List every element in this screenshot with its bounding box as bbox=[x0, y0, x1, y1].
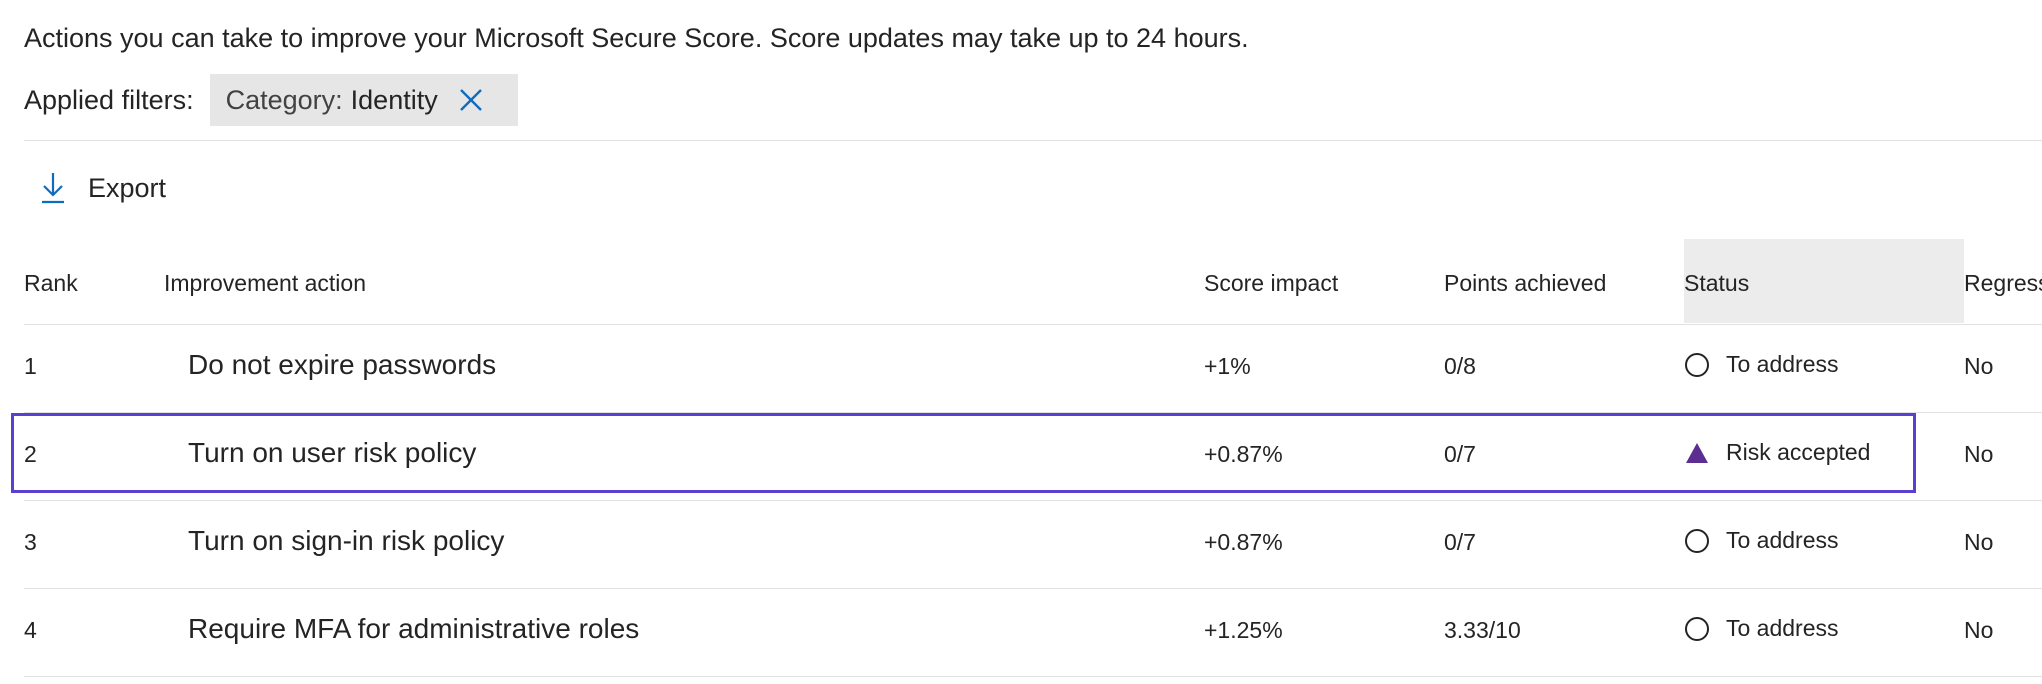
column-header-rank[interactable]: Rank bbox=[24, 270, 78, 297]
regressed-cell: No bbox=[1964, 353, 1994, 379]
points-achieved-cell: 0/8 bbox=[1444, 353, 1476, 379]
column-header-regressed[interactable]: Regress bbox=[1964, 270, 2042, 297]
applied-filters-bar: Applied filters: Category: Identity bbox=[24, 74, 518, 126]
status-label: To address bbox=[1726, 615, 1839, 641]
applied-filters-label: Applied filters: bbox=[24, 84, 194, 115]
circle-icon bbox=[1684, 616, 1710, 642]
improvement-action-link[interactable]: Require MFA for administrative roles bbox=[188, 613, 639, 645]
circle-icon bbox=[1684, 352, 1710, 378]
score-impact-cell: +0.87% bbox=[1204, 529, 1283, 555]
row-divider bbox=[24, 500, 2042, 501]
regressed-cell: No bbox=[1964, 441, 1994, 467]
column-header-score-impact[interactable]: Score impact bbox=[1204, 270, 1338, 297]
points-achieved-cell: 3.33/10 bbox=[1444, 617, 1521, 643]
column-header-status[interactable]: Status bbox=[1684, 270, 1749, 297]
header-divider bbox=[24, 324, 2042, 325]
status-cell: To address bbox=[1684, 615, 1839, 642]
row-divider bbox=[24, 676, 2042, 677]
regressed-cell: No bbox=[1964, 617, 1994, 643]
intro-text: Actions you can take to improve your Mic… bbox=[24, 23, 1249, 53]
status-cell: To address bbox=[1684, 351, 1839, 378]
column-header-improvement-action[interactable]: Improvement action bbox=[164, 270, 366, 297]
score-impact-cell: +1.25% bbox=[1204, 617, 1283, 643]
export-button[interactable]: Export bbox=[40, 168, 166, 208]
points-achieved-cell: 0/7 bbox=[1444, 529, 1476, 555]
rank-cell: 4 bbox=[24, 617, 37, 643]
improvement-action-link[interactable]: Turn on sign-in risk policy bbox=[188, 525, 504, 557]
row-divider bbox=[24, 588, 2042, 589]
close-icon[interactable] bbox=[458, 87, 484, 113]
filters-divider bbox=[24, 140, 2042, 141]
status-label: To address bbox=[1726, 527, 1839, 553]
filter-chip-key: Category: bbox=[225, 84, 343, 115]
rank-cell: 1 bbox=[24, 353, 37, 379]
circle-icon bbox=[1684, 528, 1710, 554]
secure-score-actions-page: Actions you can take to improve your Mic… bbox=[0, 0, 2042, 684]
filter-chip-category[interactable]: Category: Identity bbox=[209, 74, 518, 126]
status-label: To address bbox=[1726, 351, 1839, 377]
export-label: Export bbox=[88, 172, 167, 203]
regressed-cell: No bbox=[1964, 529, 1994, 555]
row-highlight-outline bbox=[11, 413, 1916, 493]
download-icon bbox=[40, 171, 66, 205]
rank-cell: 3 bbox=[24, 529, 37, 555]
improvement-action-link[interactable]: Do not expire passwords bbox=[188, 349, 496, 381]
column-header-points-achieved[interactable]: Points achieved bbox=[1444, 270, 1606, 297]
score-impact-cell: +1% bbox=[1204, 353, 1251, 379]
status-cell: To address bbox=[1684, 527, 1839, 554]
filter-chip-value: Identity bbox=[350, 84, 438, 115]
